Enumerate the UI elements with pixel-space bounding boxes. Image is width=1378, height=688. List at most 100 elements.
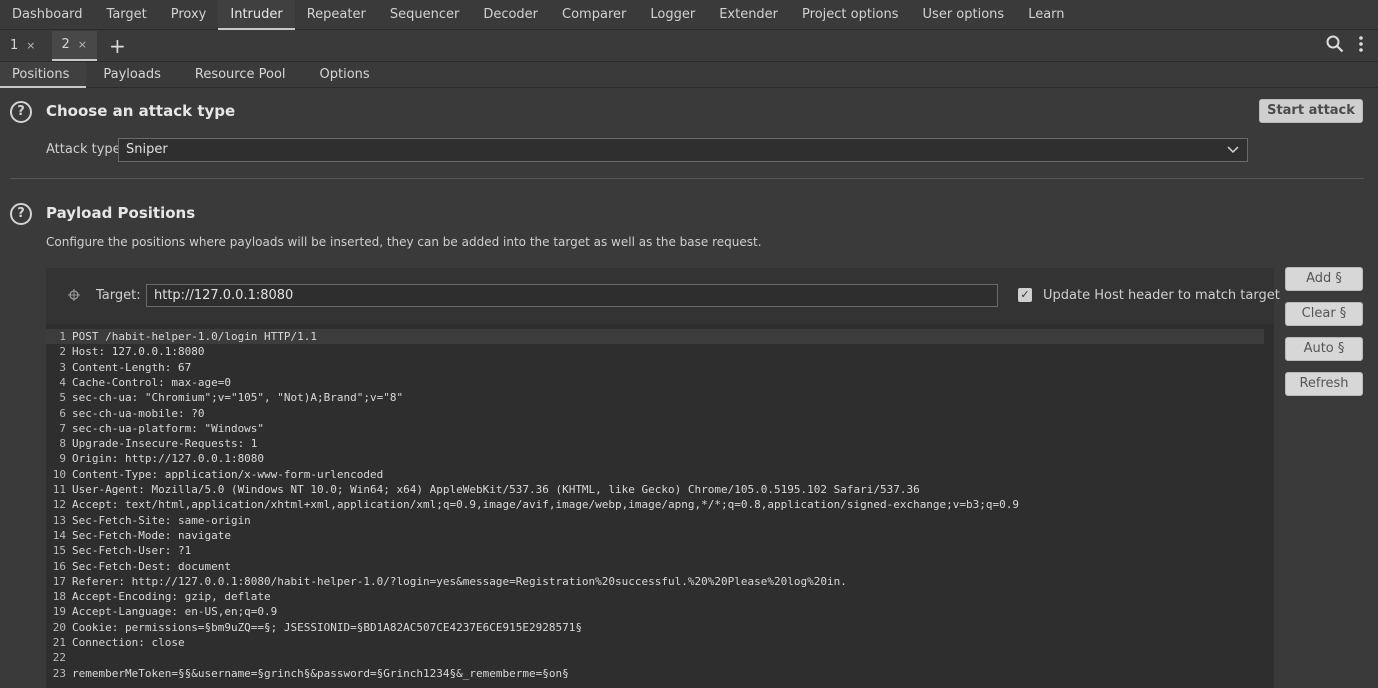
line-text: sec-ch-ua-mobile: ?0 bbox=[72, 406, 205, 420]
request-line: 1 POST /habit-helper-1.0/login HTTP/1.1 bbox=[46, 329, 1264, 344]
nav-tab-sequencer[interactable]: Sequencer bbox=[378, 0, 471, 30]
request-line: 14 Sec-Fetch-Mode: navigate bbox=[46, 528, 1264, 543]
instance-tab-label: 2 bbox=[61, 36, 70, 52]
payload-positions-description: Configure the positions where payloads w… bbox=[46, 235, 762, 249]
line-number: 9 bbox=[59, 452, 66, 466]
chevron-down-icon bbox=[1227, 139, 1239, 168]
add-tab-icon[interactable]: + bbox=[109, 31, 126, 61]
line-number: 1 bbox=[59, 330, 66, 343]
request-line: 5 sec-ch-ua: "Chromium";v="105", "Not)A;B… bbox=[46, 390, 1264, 405]
tab-options[interactable]: Options bbox=[303, 62, 387, 88]
main-nav: Dashboard Target Proxy Intruder Repeater Sequ… bbox=[0, 0, 1378, 30]
request-line: 22 bbox=[46, 650, 1264, 665]
request-line: 15 Sec-Fetch-User: ?1 bbox=[46, 543, 1264, 558]
nav-tab-extender[interactable]: Extender bbox=[707, 0, 790, 30]
request-line: 8 Upgrade-Insecure-Requests: 1 bbox=[46, 436, 1264, 451]
line-text: Connection: close bbox=[72, 636, 185, 649]
nav-tab-dashboard[interactable]: Dashboard bbox=[0, 0, 95, 30]
request-line: 11 User-Agent: Mozilla/5.0 (Windows NT 10… bbox=[46, 482, 1264, 497]
line-text: Accept: text/html,application/xhtml+xml,… bbox=[72, 498, 1020, 512]
line-text: Sec-Fetch-Site: same-origin bbox=[72, 513, 251, 527]
request-line: 12 Accept: text/html,application/xhtml+xm… bbox=[46, 497, 1264, 512]
line-text: Content-Length: 67 bbox=[72, 360, 192, 374]
request-editor[interactable]: 1 POST /habit-helper-1.0/login HTTP/1.1 2 H… bbox=[46, 324, 1274, 688]
line-number: 6 bbox=[59, 406, 66, 420]
line-text: User-Agent: Mozilla/5.0 (Windows NT 10.0… bbox=[72, 483, 920, 496]
crosshair-icon bbox=[68, 289, 80, 305]
tab-payloads[interactable]: Payloads bbox=[86, 62, 177, 88]
line-number: 4 bbox=[59, 375, 66, 389]
line-text: POST /habit-helper-1.0/login HTTP/1.1 bbox=[72, 330, 318, 343]
line-text: Host: 127.0.0.1:8080 bbox=[72, 345, 205, 359]
instance-tab-2[interactable]: 2 × bbox=[51, 30, 97, 61]
nav-tab-project-options[interactable]: Project options bbox=[790, 0, 911, 30]
request-line: 10 Content-Type: application/x-www-form-u… bbox=[46, 467, 1264, 482]
section-divider bbox=[10, 178, 1364, 179]
request-line: 9 Origin: http://127.0.0.1:8080 bbox=[46, 451, 1264, 466]
update-host-label: Update Host header to match target bbox=[1043, 288, 1280, 303]
line-text: Sec-Fetch-Mode: navigate bbox=[72, 528, 231, 542]
line-text: Cookie: permissions=§bm9uZQ==§; JSESSION… bbox=[72, 620, 582, 634]
instance-tab-label: 1 bbox=[10, 37, 19, 53]
intruder-instance-tabs: 1 × 2 × + bbox=[0, 30, 1378, 62]
line-number: 21 bbox=[52, 636, 66, 649]
line-text: Sec-Fetch-Dest: document bbox=[72, 559, 231, 573]
line-text: sec-ch-ua-platform: "Windows" bbox=[72, 421, 265, 435]
nav-tab-logger[interactable]: Logger bbox=[638, 0, 707, 30]
close-icon[interactable]: × bbox=[26, 31, 35, 61]
request-line: 21 Connection: close bbox=[46, 635, 1264, 650]
attack-type-label: Attack type: bbox=[46, 142, 126, 157]
help-icon[interactable]: ? bbox=[10, 101, 32, 123]
more-options-icon[interactable] bbox=[1358, 35, 1364, 58]
line-text: Accept-Encoding: gzip, deflate bbox=[72, 590, 271, 604]
line-number: 19 bbox=[52, 605, 66, 619]
auto-markers-button[interactable]: Auto § bbox=[1285, 337, 1363, 361]
request-line: 4 Cache-Control: max-age=0 bbox=[46, 375, 1264, 390]
line-number: 11 bbox=[52, 483, 66, 496]
nav-tab-proxy[interactable]: Proxy bbox=[159, 0, 219, 30]
request-line: 23 rememberMeToken=§§&username=§grinch§&p… bbox=[46, 666, 1264, 681]
update-host-checkbox[interactable]: ✓ bbox=[1018, 288, 1032, 302]
line-number: 15 bbox=[52, 544, 66, 558]
refresh-button[interactable]: Refresh bbox=[1285, 372, 1363, 396]
attack-type-select[interactable]: Sniper bbox=[118, 138, 1248, 162]
start-attack-button[interactable]: Start attack bbox=[1259, 99, 1363, 123]
target-label: Target: bbox=[96, 288, 141, 303]
line-number: 7 bbox=[59, 421, 66, 435]
line-number: 5 bbox=[59, 391, 66, 405]
line-text: Referer: http://127.0.0.1:8080/habit-hel… bbox=[72, 574, 847, 588]
nav-tab-learn[interactable]: Learn bbox=[1016, 0, 1076, 30]
nav-tab-user-options[interactable]: User options bbox=[911, 0, 1017, 30]
clear-markers-button[interactable]: Clear § bbox=[1285, 302, 1363, 326]
toolbar-tools bbox=[1326, 35, 1364, 58]
line-number: 16 bbox=[52, 559, 66, 573]
tab-resource-pool[interactable]: Resource Pool bbox=[178, 62, 303, 88]
line-text: sec-ch-ua: "Chromium";v="105", "Not)A;Br… bbox=[72, 391, 404, 405]
nav-tab-target[interactable]: Target bbox=[95, 0, 159, 30]
request-line: 2 Host: 127.0.0.1:8080 bbox=[46, 344, 1264, 359]
help-icon[interactable]: ? bbox=[10, 203, 32, 225]
line-text: rememberMeToken=§§&username=§grinch§&pas… bbox=[72, 666, 569, 680]
line-text: Origin: http://127.0.0.1:8080 bbox=[72, 452, 265, 466]
target-input[interactable]: http://127.0.0.1:8080 bbox=[146, 284, 998, 307]
instance-tab-1[interactable]: 1 × bbox=[0, 31, 46, 61]
attack-type-value: Sniper bbox=[126, 142, 168, 157]
line-number: 8 bbox=[59, 437, 66, 451]
line-number: 10 bbox=[52, 467, 66, 481]
tab-positions[interactable]: Positions bbox=[0, 62, 87, 88]
request-line: 18 Accept-Encoding: gzip, deflate bbox=[46, 589, 1264, 604]
nav-tab-comparer[interactable]: Comparer bbox=[550, 0, 638, 30]
request-line: 19 Accept-Language: en-US,en;q=0.9 bbox=[46, 604, 1264, 619]
line-text: Sec-Fetch-User: ?1 bbox=[72, 544, 192, 558]
request-line: 17 Referer: http://127.0.0.1:8080/habit-h… bbox=[46, 574, 1264, 589]
search-icon[interactable] bbox=[1326, 35, 1344, 58]
line-text: Upgrade-Insecure-Requests: 1 bbox=[72, 437, 258, 451]
close-icon[interactable]: × bbox=[78, 30, 87, 60]
line-number: 18 bbox=[52, 590, 66, 604]
nav-tab-repeater[interactable]: Repeater bbox=[295, 0, 378, 30]
nav-tab-decoder[interactable]: Decoder bbox=[471, 0, 550, 30]
add-marker-button[interactable]: Add § bbox=[1285, 267, 1363, 291]
nav-tab-intruder[interactable]: Intruder bbox=[218, 0, 295, 30]
request-line: 16 Sec-Fetch-Dest: document bbox=[46, 559, 1264, 574]
request-line: 7 sec-ch-ua-platform: "Windows" bbox=[46, 421, 1264, 436]
